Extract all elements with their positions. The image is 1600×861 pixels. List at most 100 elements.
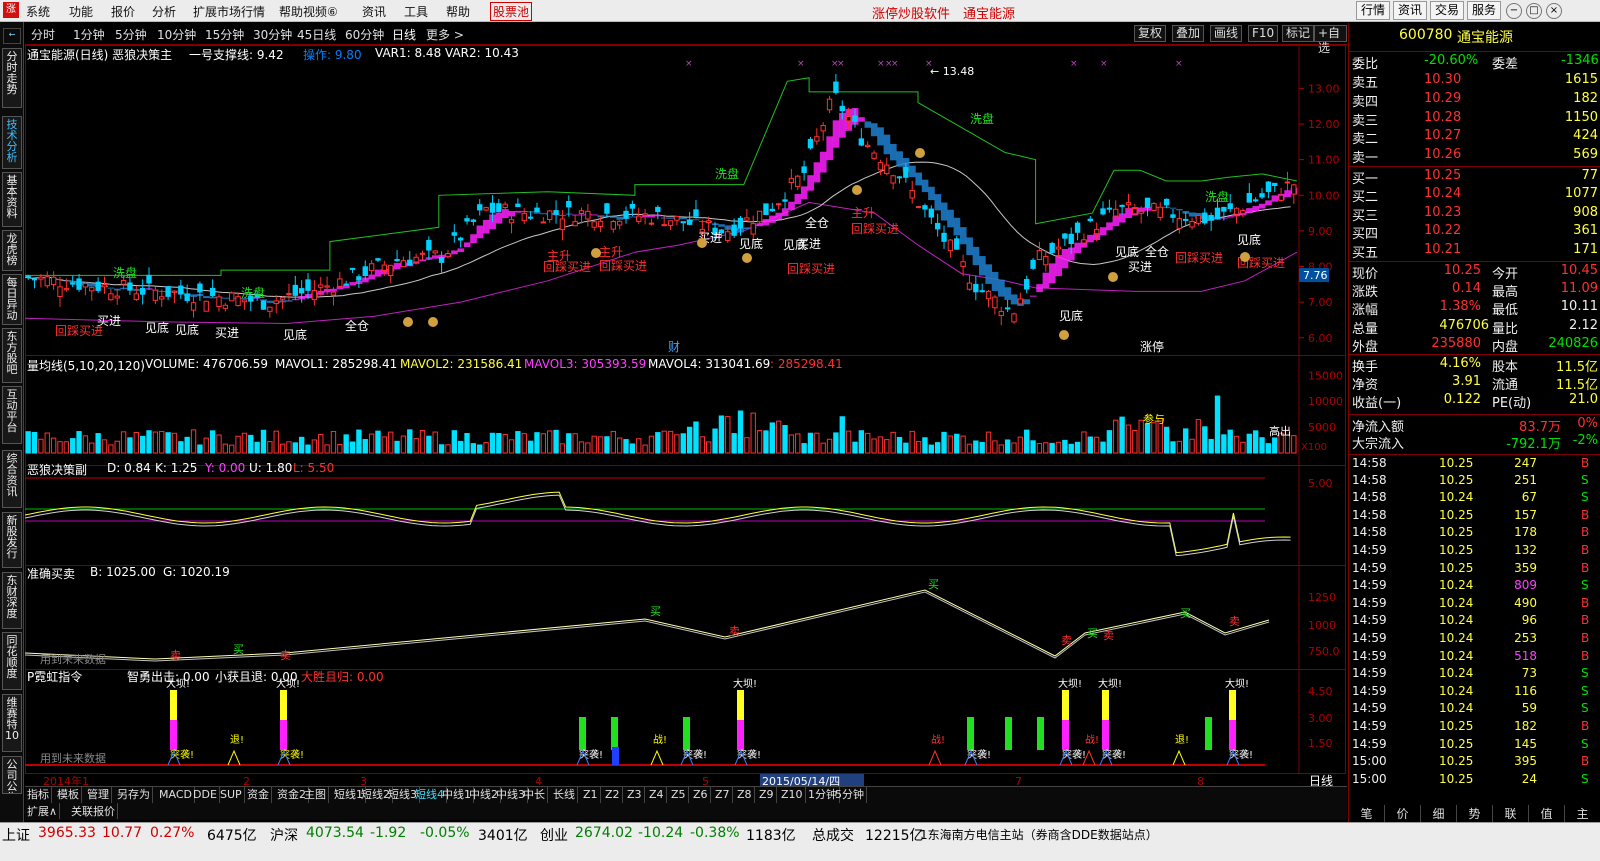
tool-4[interactable]: 标记 [1282, 25, 1315, 42]
menu-item-0[interactable]: 系统 [26, 3, 50, 20]
bottom-tab-4[interactable]: MACD [157, 787, 195, 803]
stat-value-b: 10.11 [1560, 299, 1598, 315]
top-btn-2[interactable]: 交易 [1430, 1, 1465, 20]
vtab-11[interactable]: 维赛特10 [2, 694, 22, 752]
tool-3[interactable]: F10 [1248, 25, 1279, 42]
period-7[interactable]: 60分钟 [345, 26, 384, 43]
top-btn-1[interactable]: 资讯 [1393, 1, 1428, 20]
menu-item-1[interactable]: 功能 [69, 3, 93, 20]
candle-body [566, 200, 572, 208]
bottom-tab-26[interactable]: Z8 [735, 787, 755, 803]
bottom-tab-17[interactable]: 中长 [521, 787, 548, 803]
vtab-12[interactable]: 公司公告 [2, 756, 22, 794]
period-2[interactable]: 5分钟 [115, 26, 147, 43]
tool-2[interactable]: 画线 [1210, 25, 1243, 42]
menu-item-2[interactable]: 报价 [111, 3, 135, 20]
candle-body [381, 264, 388, 271]
tool-5[interactable]: +自选 [1314, 25, 1347, 55]
vtab-1[interactable]: 技术分析 [2, 116, 22, 169]
candle-body [1151, 203, 1157, 211]
quote-tab-2[interactable]: 细 [1421, 805, 1457, 822]
tool-0[interactable]: 复权 [1134, 25, 1167, 42]
vtab-8[interactable]: 新股发行 [2, 512, 22, 568]
quote-tab-3[interactable]: 势 [1457, 805, 1493, 822]
menu-item-8[interactable]: 帮助 [446, 3, 470, 20]
candle-body [305, 279, 311, 291]
candle-body [139, 288, 146, 295]
vtab-5[interactable]: 东方股吧 [2, 328, 22, 383]
period-9[interactable]: 更多 > [426, 26, 464, 43]
menu-item-4[interactable]: 扩展市场行情 [193, 3, 265, 20]
quote-tab-1[interactable]: 价 [1385, 805, 1421, 822]
ext-tab-0[interactable]: 扩展∧ [25, 803, 61, 819]
money-bag-icon [428, 317, 438, 327]
period-5[interactable]: 30分钟 [253, 26, 292, 43]
candle-body [337, 278, 343, 287]
bottom-tab-23[interactable]: Z5 [669, 787, 689, 803]
bottom-tab-24[interactable]: Z6 [691, 787, 711, 803]
volume-bar [101, 439, 108, 454]
top-btn-3[interactable]: 服务 [1467, 1, 1502, 20]
vtab-3[interactable]: 龙虎榜 [2, 230, 22, 271]
quote-tab-4[interactable]: 联 [1493, 805, 1529, 822]
bottom-tab-5[interactable]: DDE [191, 787, 220, 803]
period-8[interactable]: 日线 [392, 26, 416, 43]
vtab-0[interactable]: 分时走势 [2, 48, 22, 108]
vtab-6[interactable]: 互动平台 [2, 386, 22, 444]
bottom-tab-21[interactable]: Z3 [625, 787, 645, 803]
vtab-2[interactable]: 基本资料 [2, 172, 22, 227]
menu-item-7[interactable]: 工具 [404, 3, 428, 20]
period-0[interactable]: 分时 [31, 26, 55, 43]
sub3-label: 突袭! [1062, 748, 1086, 761]
trend-band [591, 214, 598, 216]
bottom-tab-7[interactable]: 资金 [245, 787, 272, 803]
bottom-tab-22[interactable]: Z4 [647, 787, 667, 803]
period-1[interactable]: 1分钟 [73, 26, 105, 43]
bottom-tab-28[interactable]: Z10 [779, 787, 806, 803]
bottom-tab-0[interactable]: 指标 [25, 787, 52, 803]
close-icon[interactable]: × [1546, 3, 1562, 19]
tool-1[interactable]: 叠加 [1172, 25, 1205, 42]
vtab-4[interactable]: 每日异动 [2, 274, 22, 325]
quote-tab-0[interactable]: 笔 [1349, 805, 1385, 822]
restore-icon[interactable]: □ [1526, 3, 1542, 19]
top-btn-0[interactable]: 行情 [1356, 1, 1391, 20]
stockpool-menu[interactable]: 股票池 [490, 2, 533, 21]
sub2-line [24, 589, 1270, 660]
bottom-tab-9[interactable]: 主图 [302, 787, 329, 803]
tick-price: 10.25 [1439, 456, 1474, 470]
menu-item-3[interactable]: 分析 [152, 3, 176, 20]
stat-value: 476706 [1439, 317, 1489, 333]
bottom-tab-20[interactable]: Z2 [603, 787, 623, 803]
quote-tab-5[interactable]: 值 [1529, 805, 1565, 822]
candle-body [1017, 298, 1024, 305]
bottom-tab-18[interactable]: 长线 [551, 787, 578, 803]
ext-tab-1[interactable]: 关联报价 [69, 803, 118, 819]
vtab-9[interactable]: 东财深度 [2, 572, 22, 629]
menu-item-5[interactable]: 帮助视频⑥ [279, 3, 338, 20]
period-4[interactable]: 15分钟 [205, 26, 244, 43]
bottom-tab-19[interactable]: Z1 [581, 787, 601, 803]
bottom-tab-27[interactable]: Z9 [757, 787, 777, 803]
chart-area[interactable]: 13.00 12.00 11.00 10.00 9.00 8.00 7.00 6.00 7.76… [24, 45, 1347, 797]
vtab-10[interactable]: 同花顺度 [2, 632, 22, 690]
chart-label: 主升 [851, 206, 875, 220]
candle-body [1011, 313, 1017, 323]
bottom-tab-30[interactable]: 5分钟 [833, 787, 867, 803]
period-3[interactable]: 10分钟 [157, 26, 196, 43]
bottom-tab-25[interactable]: Z7 [713, 787, 733, 803]
bottom-tab-2[interactable]: 管理 [85, 787, 112, 803]
bottom-tab-6[interactable]: SUP [218, 787, 245, 803]
back-icon[interactable]: ← [3, 28, 21, 44]
vtab-7[interactable]: 综合资讯 [2, 450, 22, 508]
bid-row: 买二 10.24 1077 [1349, 185, 1600, 205]
period-6[interactable]: 45日线 [297, 26, 336, 43]
quote-tab-6[interactable]: 主 [1565, 805, 1600, 822]
minimize-icon[interactable]: − [1506, 3, 1522, 19]
candle-body [826, 98, 833, 111]
bottom-tab-1[interactable]: 模板 [55, 787, 82, 803]
trend-band [998, 279, 1005, 297]
bottom-tab-3[interactable]: 另存为 [115, 787, 153, 803]
sub1-indicator-0: 恶狼决策副 [27, 463, 88, 477]
menu-item-6[interactable]: 资讯 [362, 3, 386, 20]
